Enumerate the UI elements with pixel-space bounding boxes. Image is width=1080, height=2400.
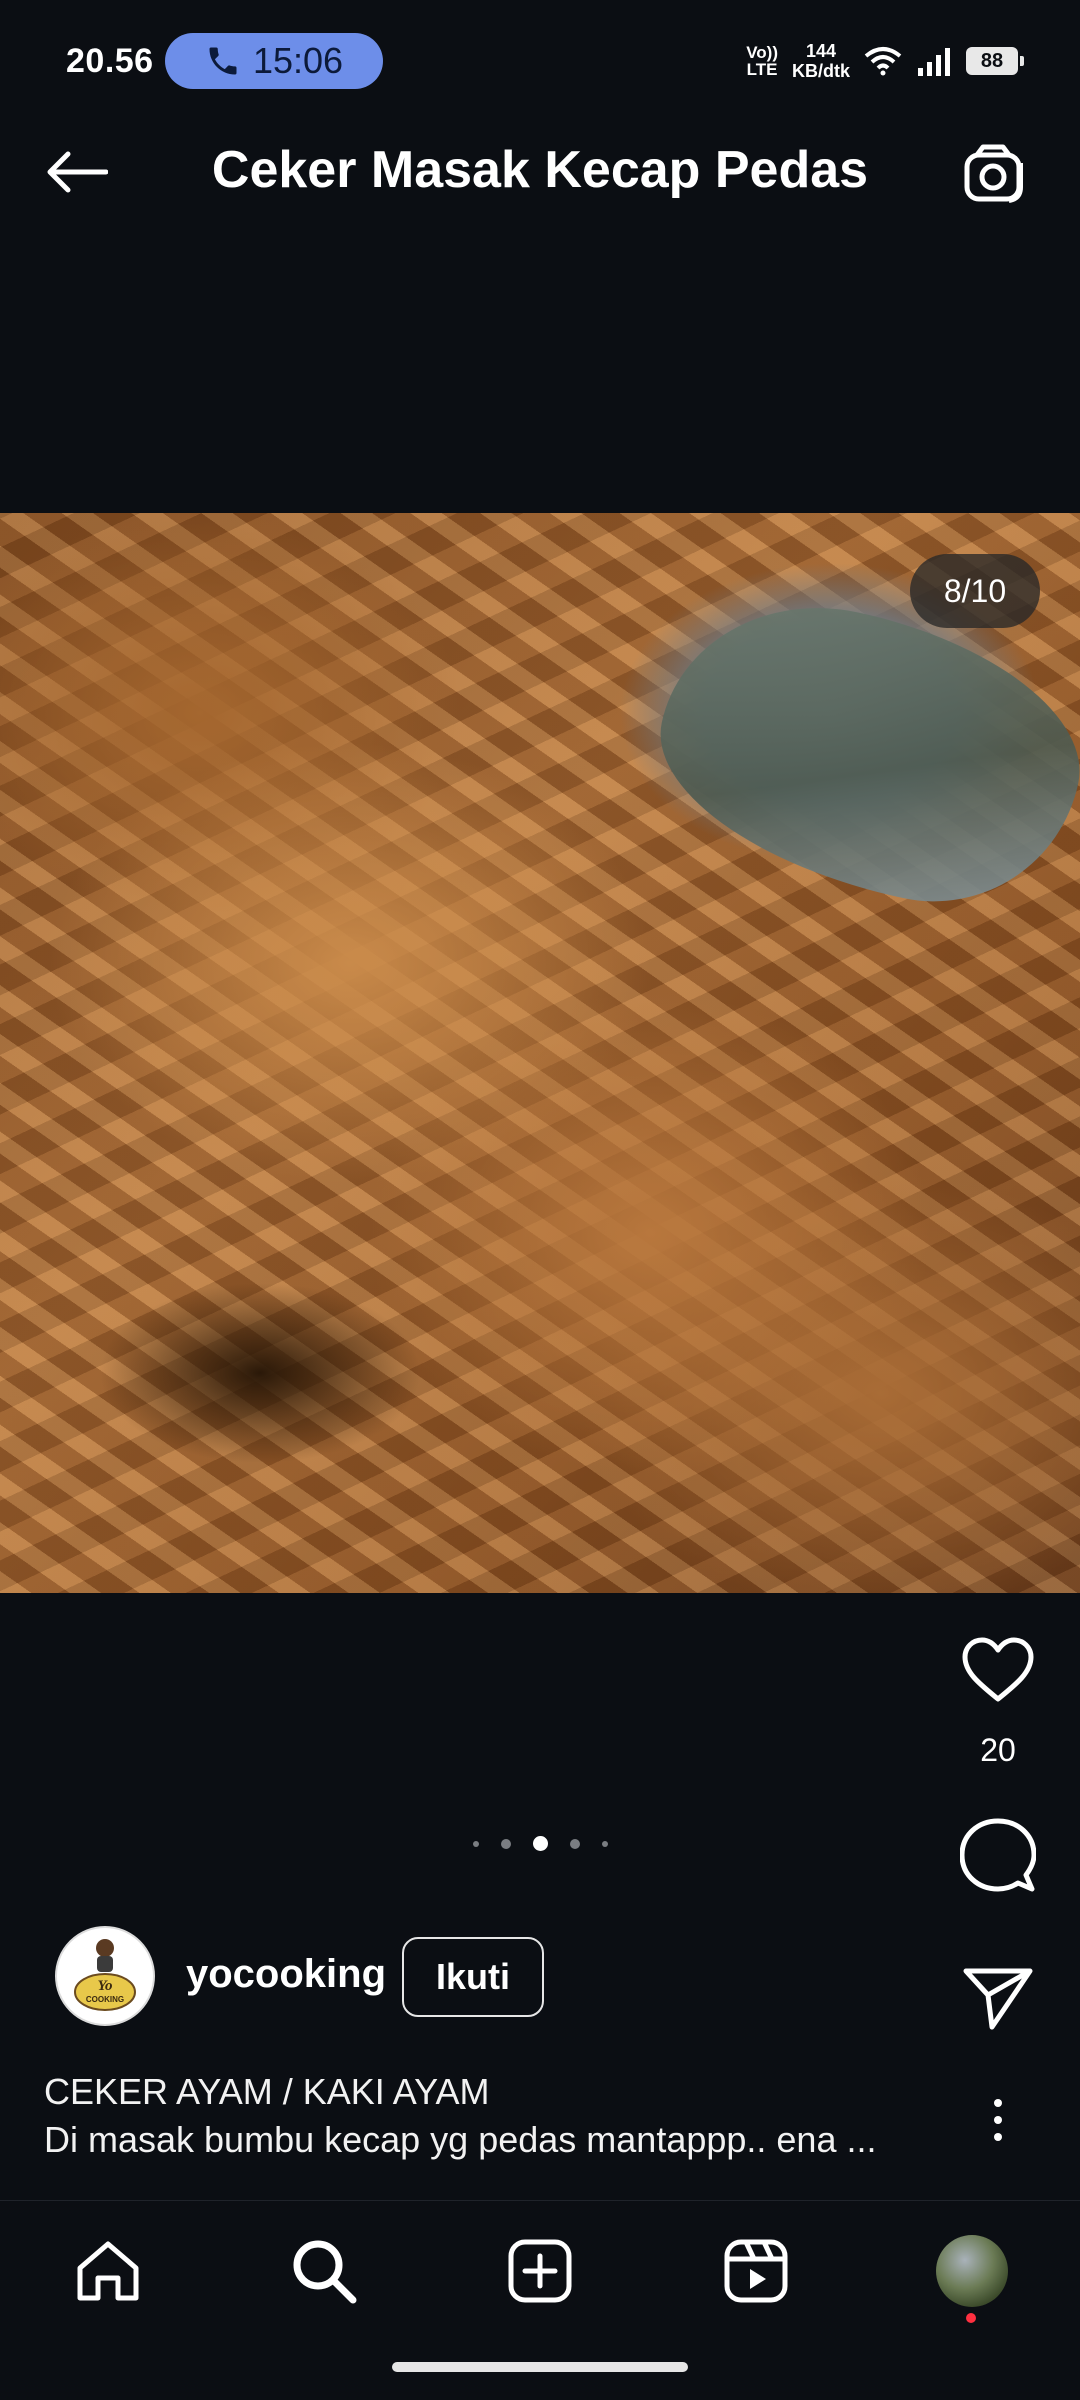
page-title: Ceker Masak Kecap Pedas [211,141,869,199]
bottom-navigation [0,2200,1080,2340]
post-detail-screen: 20.56 15:06 Vo)) LTE 144 KB/dtk 88 Ceker… [0,0,1080,2400]
comment-icon [960,1818,1036,1892]
caption-title: CEKER AYAM / KAKI AYAM [44,2071,490,2112]
more-dot [994,2116,1002,2124]
more-options-button[interactable] [968,2085,1028,2155]
profile-notification-dot [966,2313,976,2323]
author-avatar[interactable]: Yo COOKING [55,1926,155,2026]
nav-reels[interactable] [716,2231,796,2311]
like-count[interactable]: 20 [958,1732,1038,1769]
nav-search[interactable] [284,2231,364,2311]
volte-indicator: Vo)) LTE [746,43,778,79]
post-header: Ceker Masak Kecap Pedas [0,120,1080,225]
status-time: 20.56 [66,42,154,80]
status-icons: Vo)) LTE 144 KB/dtk 88 [746,36,1024,86]
heart-icon [962,1637,1034,1702]
more-dot [994,2099,1002,2107]
signal-icon [918,48,950,76]
camera-icon [964,144,1023,203]
like-button[interactable] [958,1630,1038,1710]
home-icon [77,2241,139,2301]
nav-profile[interactable] [932,2231,1012,2311]
nav-home[interactable] [68,2231,148,2311]
more-dot [994,2133,1002,2141]
network-speed: 144 KB/dtk [792,41,850,81]
yocooking-logo: Yo COOKING [59,1930,151,2022]
svg-text:COOKING: COOKING [86,1995,124,2004]
carousel-dot [601,1840,608,1847]
carousel-indicator [0,1836,1080,1851]
add-post-icon [508,2239,572,2303]
reels-icon [724,2239,788,2303]
carousel-dot [569,1838,580,1849]
profile-avatar [936,2235,1008,2307]
ongoing-call-pill[interactable]: 15:06 [165,33,383,89]
home-indicator-bar[interactable] [392,2362,688,2372]
image-counter-badge: 8/10 [910,554,1040,628]
send-icon [963,1968,1033,2030]
nav-create[interactable] [500,2231,580,2311]
battery-indicator: 88 [966,47,1024,75]
carousel-dot-active [532,1836,548,1851]
carousel-dot [472,1840,479,1847]
carousel-dot [500,1838,511,1849]
call-timer: 15:06 [252,40,344,81]
author-username[interactable]: yocooking [186,1952,386,1997]
camera-button[interactable] [960,138,1030,208]
status-bar: 20.56 15:06 Vo)) LTE 144 KB/dtk 88 [0,0,1080,120]
comment-button[interactable] [958,1815,1038,1895]
search-icon [293,2240,357,2304]
svg-text:Yo: Yo [98,1978,113,1994]
wifi-icon [864,47,902,76]
follow-button[interactable]: Ikuti [402,1937,544,2017]
phone-icon [209,47,237,75]
post-image[interactable]: 8/10 [0,513,1080,1593]
caption-body[interactable]: Di masak bumbu kecap yg pedas mantappp..… [44,2119,944,2161]
share-button[interactable] [958,1958,1038,2038]
spatula-illustration [636,577,1080,929]
